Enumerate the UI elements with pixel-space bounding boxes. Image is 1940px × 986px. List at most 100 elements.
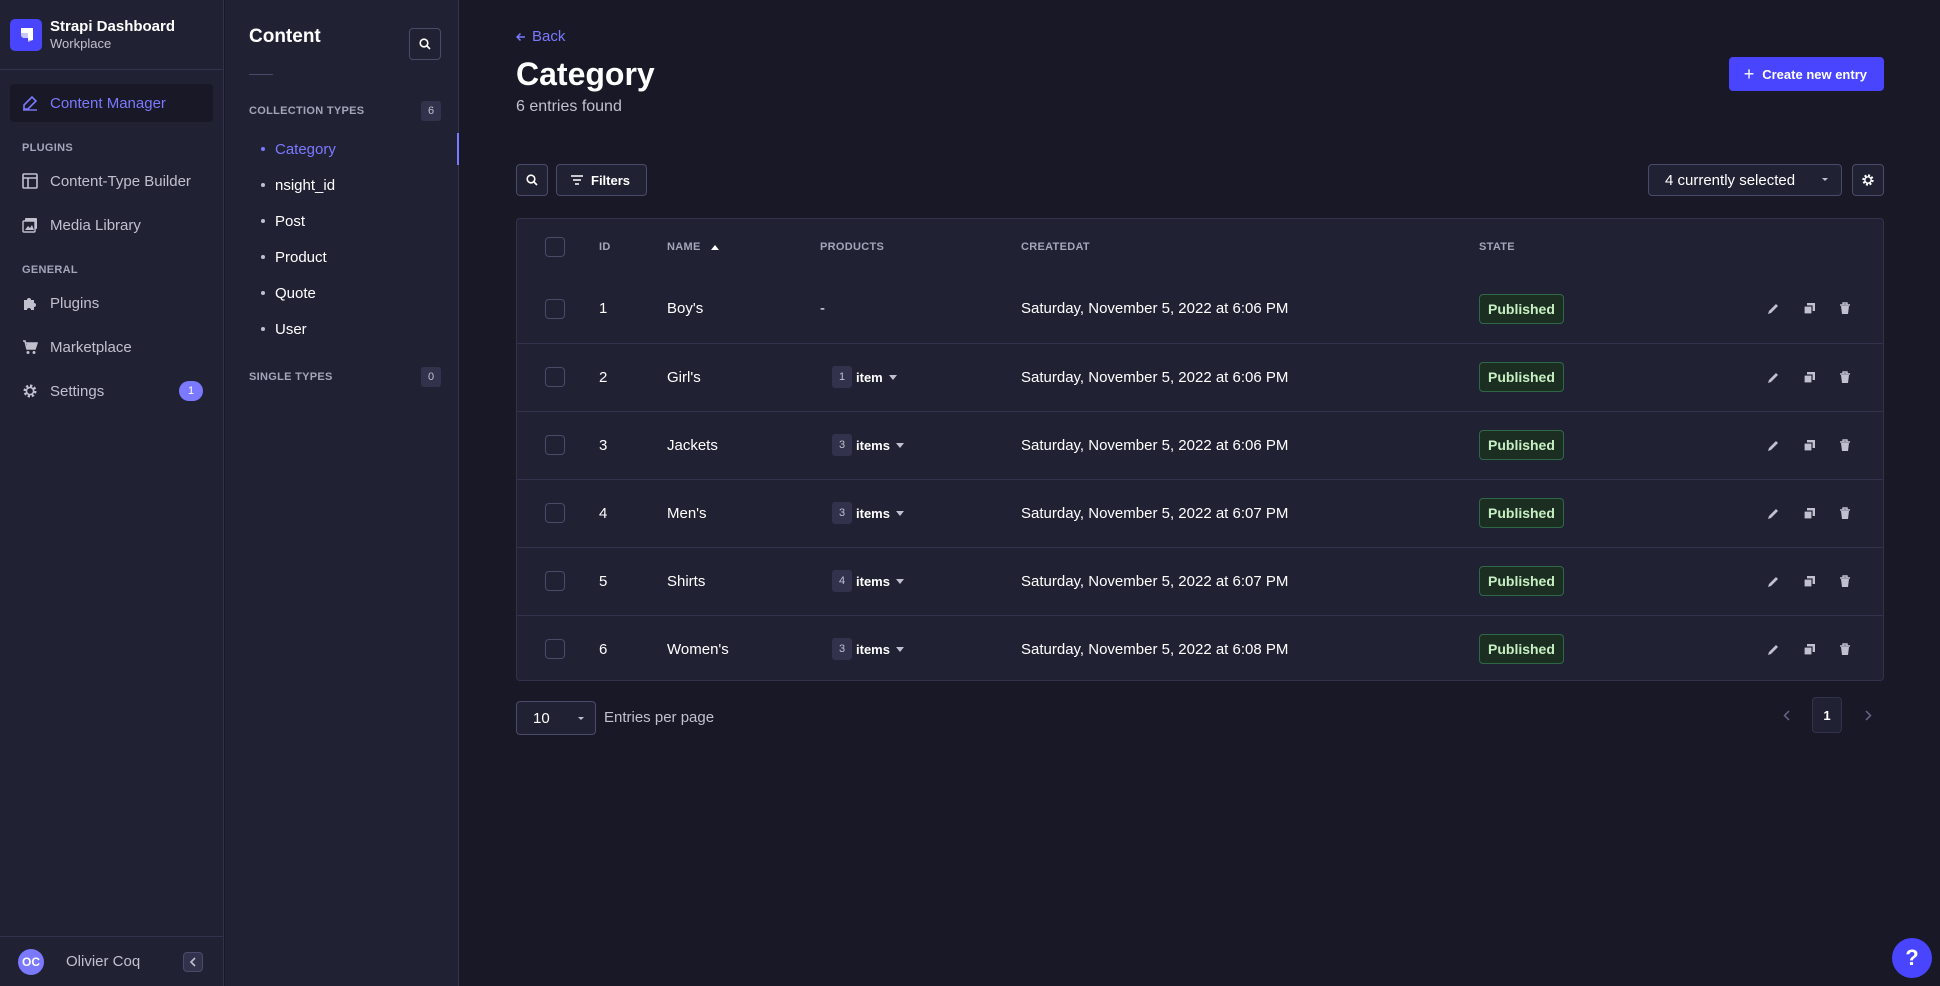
subnav-item-nsight-id[interactable]: nsight_id <box>225 167 458 203</box>
row-checkbox[interactable] <box>545 435 565 455</box>
pencil-icon <box>1767 440 1778 451</box>
duplicate-button[interactable] <box>1801 301 1817 317</box>
row-checkbox[interactable] <box>545 298 565 319</box>
main-nav: Strapi Dashboard Workplace Content Manag… <box>0 0 224 986</box>
cell-products: - <box>820 275 1021 343</box>
edit-button[interactable] <box>1765 573 1781 589</box>
next-page-button[interactable] <box>1852 697 1884 733</box>
cell-name: Jackets <box>667 410 820 479</box>
avatar[interactable]: OC <box>18 948 44 975</box>
bullet-icon <box>261 255 265 259</box>
user-name[interactable]: Olivier Coq <box>66 953 140 970</box>
select-all-checkbox[interactable] <box>545 237 565 257</box>
create-new-entry-button[interactable]: + Create new entry <box>1728 57 1884 91</box>
pencil-icon <box>1767 304 1778 315</box>
nav-item-marketplace[interactable]: Marketplace <box>10 328 213 366</box>
duplicate-icon <box>1802 643 1815 656</box>
list-settings-button[interactable] <box>1852 164 1884 196</box>
delete-button[interactable] <box>1837 641 1853 657</box>
filters-label: Filters <box>591 172 631 188</box>
relation-dropdown[interactable]: 3 items <box>832 434 904 456</box>
nav-item-media-library[interactable]: Media Library <box>10 206 213 244</box>
subnav-item-post[interactable]: Post <box>225 203 458 239</box>
delete-button[interactable] <box>1837 369 1853 385</box>
row-checkbox[interactable] <box>545 503 565 523</box>
cell-products: 1 item <box>820 342 1021 411</box>
bullet-icon <box>261 291 265 295</box>
column-header-name[interactable]: NAME <box>667 219 820 275</box>
help-button[interactable]: ? <box>1892 938 1932 978</box>
duplicate-icon <box>1802 439 1815 452</box>
cell-name: Women's <box>667 614 820 683</box>
collapse-nav-button[interactable] <box>183 951 203 972</box>
caret-down-icon <box>1822 178 1828 181</box>
relation-count: 4 <box>832 570 852 592</box>
pencil-icon <box>22 95 38 111</box>
back-link[interactable]: Back <box>516 28 565 45</box>
column-header-createdat[interactable]: CREATEDAT <box>1021 219 1479 275</box>
row-checkbox[interactable] <box>545 571 565 591</box>
subnav-search-button[interactable] <box>409 28 441 60</box>
edit-button[interactable] <box>1765 437 1781 453</box>
delete-button[interactable] <box>1837 505 1853 521</box>
delete-button[interactable] <box>1837 573 1853 589</box>
column-header-id[interactable]: ID <box>599 219 667 275</box>
cell-createdat: Saturday, November 5, 2022 at 6:06 PM <box>1021 300 1289 318</box>
table-row[interactable]: 1 Boy's - Saturday, November 5, 2022 at 6:0… <box>517 275 1883 343</box>
table-row[interactable]: 6 Women's 3 items Saturday, November 5, 2022… <box>517 614 1883 683</box>
image-icon <box>22 217 38 233</box>
nav-item-plugins[interactable]: Plugins <box>10 284 213 322</box>
caret-down-icon <box>888 374 897 380</box>
relation-dropdown[interactable]: 4 items <box>832 570 904 592</box>
relation-dropdown[interactable]: 3 items <box>832 638 904 661</box>
table-row[interactable]: 3 Jackets 3 items Saturday, November 5, 2022… <box>517 410 1883 479</box>
delete-button[interactable] <box>1837 437 1853 453</box>
displayed-columns-select[interactable]: 4 currently selected <box>1648 164 1842 196</box>
nav-item-settings[interactable]: Settings 1 <box>10 372 213 410</box>
nav-item-content-manager[interactable]: Content Manager <box>10 84 213 122</box>
pencil-icon <box>1767 372 1778 383</box>
filters-button[interactable]: Filters <box>556 164 648 196</box>
duplicate-button[interactable] <box>1801 641 1817 657</box>
subnav-item-category[interactable]: Category <box>225 131 459 167</box>
page-button-current[interactable]: 1 <box>1812 697 1842 733</box>
edit-button[interactable] <box>1765 641 1781 657</box>
duplicate-button[interactable] <box>1801 573 1817 589</box>
relation-dropdown[interactable]: 3 items <box>832 502 904 524</box>
previous-page-button[interactable] <box>1770 697 1802 733</box>
subnav-title: Content <box>249 26 321 47</box>
table-row[interactable]: 5 Shirts 4 items Saturday, November 5, 2022 … <box>517 546 1883 615</box>
single-types-header[interactable]: SINGLE TYPES 0 <box>225 347 458 397</box>
table-search-button[interactable] <box>516 164 548 196</box>
chevron-right-icon <box>1864 709 1872 721</box>
row-checkbox[interactable] <box>545 367 565 387</box>
nav-item-content-type-builder[interactable]: Content-Type Builder <box>10 162 213 200</box>
brand: Strapi Dashboard Workplace <box>0 0 223 70</box>
column-header-state: STATE <box>1479 241 1515 253</box>
table-row[interactable]: 2 Girl's 1 item Saturday, November 5, 2022 a… <box>517 342 1883 411</box>
nav-item-label: Settings <box>50 382 105 400</box>
edit-button[interactable] <box>1765 301 1781 317</box>
entries-per-page-select[interactable]: 10 <box>516 701 596 735</box>
subnav-item-product[interactable]: Product <box>225 239 458 275</box>
edit-button[interactable] <box>1765 369 1781 385</box>
edit-button[interactable] <box>1765 505 1781 521</box>
gear-icon <box>22 383 38 399</box>
duplicate-button[interactable] <box>1801 369 1817 385</box>
table-header-row: ID NAME PRODUCTS CREATEDAT STATE <box>517 219 1883 275</box>
table-row[interactable]: 4 Men's 3 items Saturday, November 5, 2022 a… <box>517 478 1883 547</box>
subnav-item-user[interactable]: User <box>225 311 458 347</box>
relation-dropdown[interactable]: 1 item <box>832 366 897 388</box>
duplicate-button[interactable] <box>1801 437 1817 453</box>
duplicate-button[interactable] <box>1801 505 1817 521</box>
relation-count: 1 <box>832 366 852 388</box>
pencil-icon <box>1767 508 1778 519</box>
nav-item-label: Plugins <box>50 294 100 312</box>
search-icon <box>526 174 538 186</box>
subnav-item-quote[interactable]: Quote <box>225 275 458 311</box>
delete-button[interactable] <box>1837 301 1853 317</box>
content-subnav: Content COLLECTION TYPES 6 Category nsig… <box>225 0 459 986</box>
cell-state: Published <box>1479 342 1639 411</box>
row-checkbox[interactable] <box>545 639 565 660</box>
collection-types-header[interactable]: COLLECTION TYPES 6 <box>225 75 458 131</box>
